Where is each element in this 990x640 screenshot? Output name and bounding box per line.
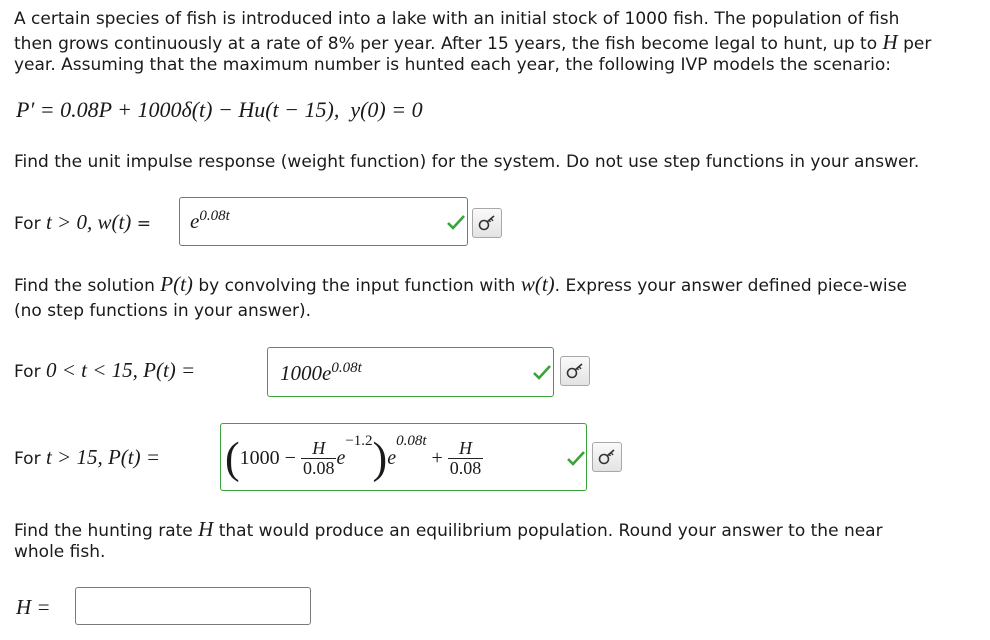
part3-question-text-a: Find the hunting rate <box>14 521 193 541</box>
check-icon <box>567 451 585 466</box>
part2-question-text-c: . Express your answer defined piece-wise <box>554 276 907 296</box>
part3-question-line-1: Find the hunting rate H that would produ… <box>14 518 883 543</box>
part2-row1-label: For 0 < t < 15, P(t) = <box>14 359 195 384</box>
key-icon-button-part1[interactable] <box>472 208 502 238</box>
part1-equals: = <box>136 214 151 234</box>
part1-row-label: For t > 0, w(t) = <box>14 211 151 236</box>
left-paren: ( <box>225 433 240 483</box>
ivp-initial-condition: y(0) = 0 <box>350 97 423 122</box>
part2-row2-for: For <box>14 449 41 469</box>
p-piece2-answer-field[interactable]: (1000 − H 0.08 e−1.2)e0.08t + H 0.08 <box>220 423 587 491</box>
part2-question-text-b: by convolving the input function with <box>198 276 516 296</box>
part1-for: For <box>14 214 41 234</box>
intro-var-h: H <box>882 30 898 54</box>
part1-condition: t > 0, w(t) <box>45 210 132 234</box>
part3-question-text-b: that would produce an equilibrium popula… <box>218 521 883 541</box>
p-piece1-answer-field[interactable]: 1000e0.08t <box>267 347 554 397</box>
ivp-equation: P′ = 0.08P + 1000δ(t) − Hu(t − 15), y(0)… <box>16 98 423 121</box>
part2-row1-for: For <box>14 362 41 382</box>
part2-p-of-t: P(t) <box>160 272 193 296</box>
check-icon <box>533 365 551 380</box>
intro-line-2: then grows continuously at a rate of 8% … <box>14 31 931 56</box>
part3-question-line-2: whole fish. <box>14 542 106 562</box>
hunting-rate-label: H = <box>16 595 51 619</box>
hunting-rate-input[interactable] <box>75 587 311 625</box>
key-icon <box>598 449 615 465</box>
check-icon <box>447 215 465 230</box>
intro-line-2-text: then grows continuously at a rate of 8% … <box>14 34 878 54</box>
key-icon-button-part2b[interactable] <box>592 442 622 472</box>
h-over-0-08-fraction-2: H 0.08 <box>447 437 484 478</box>
weight-function-answer-value: e0.08t <box>190 208 230 233</box>
h-over-0-08-fraction: H 0.08 <box>300 437 337 478</box>
part1-question: Find the unit impulse response (weight f… <box>14 152 920 172</box>
part2-question-line-1: Find the solution P(t) by convolving the… <box>14 273 907 298</box>
part2-row2-condition: t > 15, P(t) = <box>45 445 161 469</box>
intro-line-1: A certain species of fish is introduced … <box>14 9 900 29</box>
part2-w-of-t: w(t) <box>520 272 555 296</box>
intro-line-2-end: per <box>903 34 932 54</box>
part2-question-line-2: (no step functions in your answer). <box>14 301 312 321</box>
key-icon-button-part2a[interactable] <box>560 356 590 386</box>
key-icon <box>478 215 495 231</box>
p-piece1-answer-value: 1000e0.08t <box>280 360 362 385</box>
part2-row2-label: For t > 15, P(t) = <box>14 446 160 471</box>
weight-function-answer-field[interactable]: e0.08t <box>179 197 468 246</box>
intro-line-3: year. Assuming that the maximum number i… <box>14 55 891 75</box>
part2-question-text-a: Find the solution <box>14 276 155 296</box>
part2-row1-condition: 0 < t < 15, P(t) = <box>45 358 196 382</box>
p-piece2-answer-value: (1000 − H 0.08 e−1.2)e0.08t + H 0.08 <box>225 433 484 483</box>
key-icon <box>566 363 583 379</box>
part3-var-h: H <box>198 517 214 541</box>
ivp-equation-lhs: P′ = 0.08P + 1000δ(t) − Hu(t − 15), <box>16 97 340 122</box>
right-paren: ) <box>372 433 388 483</box>
